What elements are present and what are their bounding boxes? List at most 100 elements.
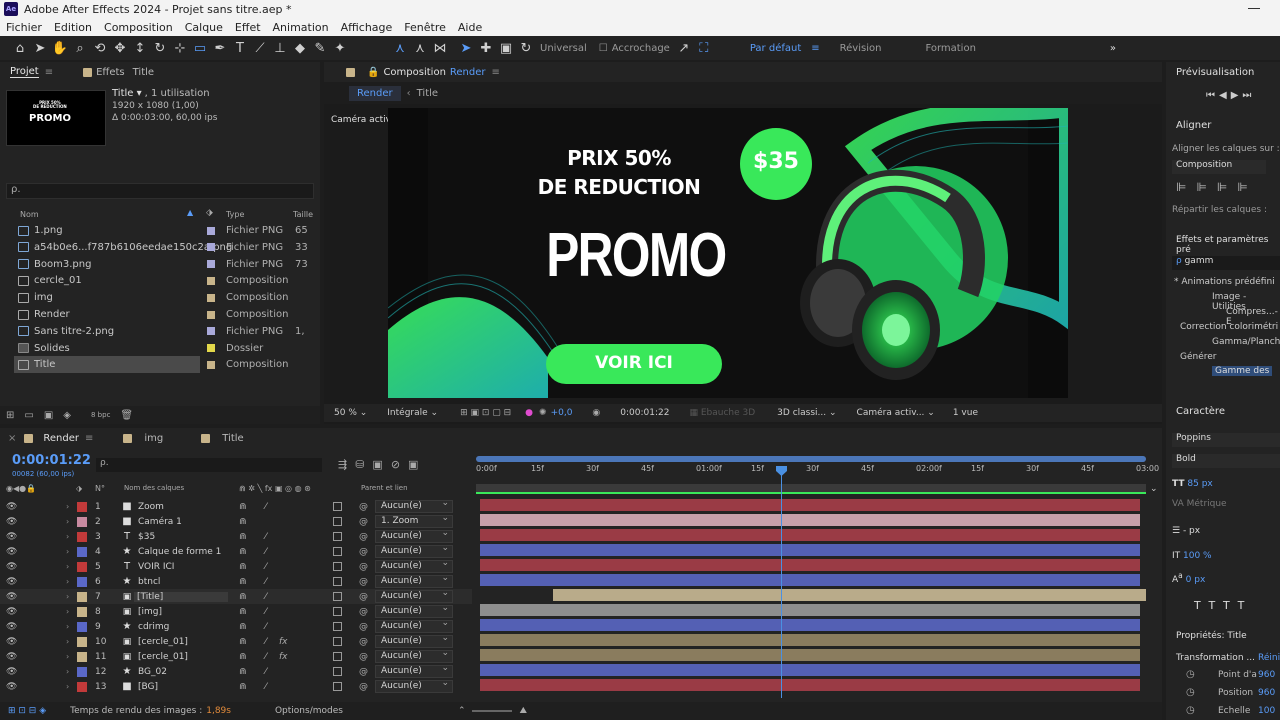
expand-arrow-icon[interactable]: › (66, 592, 69, 601)
project-item-label-swatch[interactable] (207, 344, 215, 353)
new-composition-icon[interactable]: ▣ (44, 410, 53, 421)
tree-item-3[interactable]: Correction colorimétri (1180, 322, 1278, 332)
timeline-search-input[interactable]: ρ. (96, 458, 322, 472)
parent-dropdown[interactable]: Aucun(e) (375, 648, 453, 663)
three-d-switch-icon[interactable] (333, 622, 342, 631)
parent-dropdown[interactable]: Aucun(e) (375, 663, 453, 678)
quality-switch-icon[interactable]: ⁄ (265, 547, 267, 557)
layer-name[interactable]: Calque de forme 1 (138, 547, 221, 557)
timeline-layer-row[interactable]: 👁 › 4 ★ Calque de forme 1 ⋒ ⁄ @ Aucun(e) (0, 543, 472, 559)
layer-duration-bar[interactable] (480, 514, 1140, 526)
visibility-eye-icon[interactable]: 👁 (6, 592, 17, 602)
settings-icon[interactable]: ◈ (63, 410, 71, 421)
kerning-field[interactable]: VA Métrique (1172, 499, 1227, 509)
expand-arrow-icon[interactable]: › (66, 517, 69, 526)
project-item[interactable]: Boom3.png Fichier PNG 73 (14, 256, 314, 273)
parent-pickwhip-icon[interactable]: @ (359, 532, 368, 542)
align-panel-title[interactable]: Aligner (1176, 120, 1211, 131)
parent-dropdown[interactable]: Aucun(e) (375, 498, 453, 513)
layer-name-column-header[interactable]: Nom des calques (124, 484, 184, 492)
menu-animation[interactable]: Animation (273, 21, 329, 34)
layer-name[interactable]: [img] (138, 607, 162, 617)
parent-column-header[interactable]: Parent et lien (361, 484, 408, 492)
shy-switch-icon[interactable]: ⋒ (239, 622, 247, 632)
rectangle-tool-icon[interactable]: ▭ (190, 38, 210, 58)
transform-label[interactable]: Transformation ... (1176, 653, 1255, 663)
layer-duration-bar[interactable] (480, 529, 1140, 541)
column-name[interactable]: Nom (20, 210, 39, 219)
parent-dropdown[interactable]: Aucun(e) (375, 528, 453, 543)
quality-switch-icon[interactable]: ⁄ (265, 607, 267, 617)
quality-switch-icon[interactable]: ⁄ (265, 682, 267, 692)
timeline-layer-row[interactable]: 👁 › 1 ■ Zoom ⋒ ⁄ @ Aucun(e) (0, 498, 472, 514)
layer-label-swatch[interactable] (77, 516, 87, 527)
home-icon[interactable]: ⌂ (10, 38, 30, 58)
parent-pickwhip-icon[interactable]: @ (359, 652, 368, 662)
time-ruler[interactable]: 0:00f 15f 30f 45f 01:00f 15f 30f 45f 02:00f 15f 30… (476, 464, 1159, 478)
layer-name[interactable]: Zoom (138, 502, 164, 512)
layer-duration-bar[interactable] (480, 679, 1140, 691)
footer-toggle-icons[interactable]: ⊞ ⊡ ⊟ ◈ (8, 706, 46, 716)
shy-switch-icon[interactable]: ⋒ (239, 547, 247, 557)
menu-calque[interactable]: Calque (185, 21, 223, 34)
zoom-dropdown[interactable]: 50 % ⌄ (334, 408, 367, 418)
timeline-layer-row[interactable]: 👁 › 9 ★ cdrimg ⋒ ⁄ @ Aucun(e) (0, 618, 472, 634)
layer-name[interactable]: [BG] (138, 682, 158, 692)
layer-duration-bar[interactable] (480, 619, 1140, 631)
layer-label-swatch[interactable] (77, 591, 87, 602)
crumb-render[interactable]: Render (349, 85, 401, 101)
three-d-switch-icon[interactable] (333, 502, 342, 511)
layer-label-swatch[interactable] (77, 681, 87, 692)
project-menu-icon[interactable]: ≡ (45, 67, 53, 78)
axis-world-icon[interactable]: ⋏ (410, 38, 430, 58)
align-to-dropdown[interactable]: Composition (1172, 160, 1266, 174)
three-d-switch-icon[interactable] (333, 667, 342, 676)
shy-switch-icon[interactable]: ⋒ (239, 667, 247, 677)
project-item[interactable]: Solides Dossier (14, 340, 314, 357)
expand-arrow-icon[interactable]: › (66, 682, 69, 691)
timeline-menu-icon[interactable]: ≡ (85, 433, 93, 444)
dolly-tool-icon[interactable]: ↕ (130, 38, 150, 58)
project-item[interactable]: cercle_01 Composition (14, 272, 314, 289)
timeline-tab-img[interactable]: img (123, 433, 163, 444)
rotate-icon[interactable]: ↻ (516, 38, 536, 58)
timeline-tab-render[interactable]: Render (24, 433, 79, 444)
bpc-label[interactable]: 8 bpc (91, 411, 110, 419)
quality-switch-icon[interactable]: ⁄ (265, 637, 267, 647)
timeline-layer-row[interactable]: 👁 › 8 ▣ [img] ⋒ ⁄ @ Aucun(e) (0, 603, 472, 619)
trash-icon[interactable]: 🗑 (120, 410, 133, 421)
project-item[interactable]: Sans titre-2.png Fichier PNG 1, (14, 323, 314, 340)
parent-pickwhip-icon[interactable]: @ (359, 517, 368, 527)
snapshot-icon[interactable]: ⊞ ▣ ⊡ ▢ ⊟ (460, 408, 511, 418)
layer-label-swatch[interactable] (77, 576, 87, 587)
color-channel-icon[interactable]: ● (525, 408, 533, 418)
new-folder-icon[interactable]: ▭ (24, 410, 33, 421)
layer-duration-bar[interactable] (480, 649, 1140, 661)
exposure-icon[interactable]: ✺ (539, 408, 547, 418)
draft-3d-toggle[interactable]: ▦ Ebauche 3D (689, 408, 755, 418)
parent-dropdown[interactable]: Aucun(e) (375, 588, 453, 603)
parent-pickwhip-icon[interactable]: @ (359, 577, 368, 587)
visibility-eye-icon[interactable]: 👁 (6, 667, 17, 677)
shy-switch-icon[interactable]: ⋒ (239, 532, 247, 542)
eraser-tool-icon[interactable]: ◆ (290, 38, 310, 58)
brush-tool-icon[interactable]: ⟋ (250, 38, 270, 58)
snap-arrow-icon[interactable]: ↗ (674, 38, 694, 58)
shy-switch-icon[interactable]: ⋒ (239, 607, 247, 617)
project-item[interactable]: 1.png Fichier PNG 65 (14, 222, 314, 239)
timeline-switch-icons[interactable]: ⇶⛁▣⊘▣ (338, 458, 426, 471)
layer-name[interactable]: cdrimg (138, 622, 169, 632)
project-item-label-swatch[interactable] (207, 360, 215, 369)
baseline-field[interactable]: Aa 0 px (1172, 571, 1205, 585)
visibility-eye-icon[interactable]: 👁 (6, 682, 17, 692)
anchor-tool-icon[interactable]: ⊹ (170, 38, 190, 58)
parent-pickwhip-icon[interactable]: @ (359, 637, 368, 647)
project-item-label-swatch[interactable] (207, 226, 215, 235)
timeline-timecode[interactable]: 0:00:01:22 (12, 453, 91, 468)
shy-switch-icon[interactable]: ⋒ (239, 517, 247, 527)
timeline-layer-row[interactable]: 👁 › 11 ▣ [cercle_01] ⋒ ⁄ fx @ Aucun(e) (0, 648, 472, 664)
tree-item-0[interactable]: * Animations prédéfini (1174, 277, 1275, 287)
three-d-switch-icon[interactable] (333, 682, 342, 691)
project-item-label-swatch[interactable] (207, 243, 215, 252)
parent-dropdown[interactable]: 1. Zoom (375, 513, 453, 528)
